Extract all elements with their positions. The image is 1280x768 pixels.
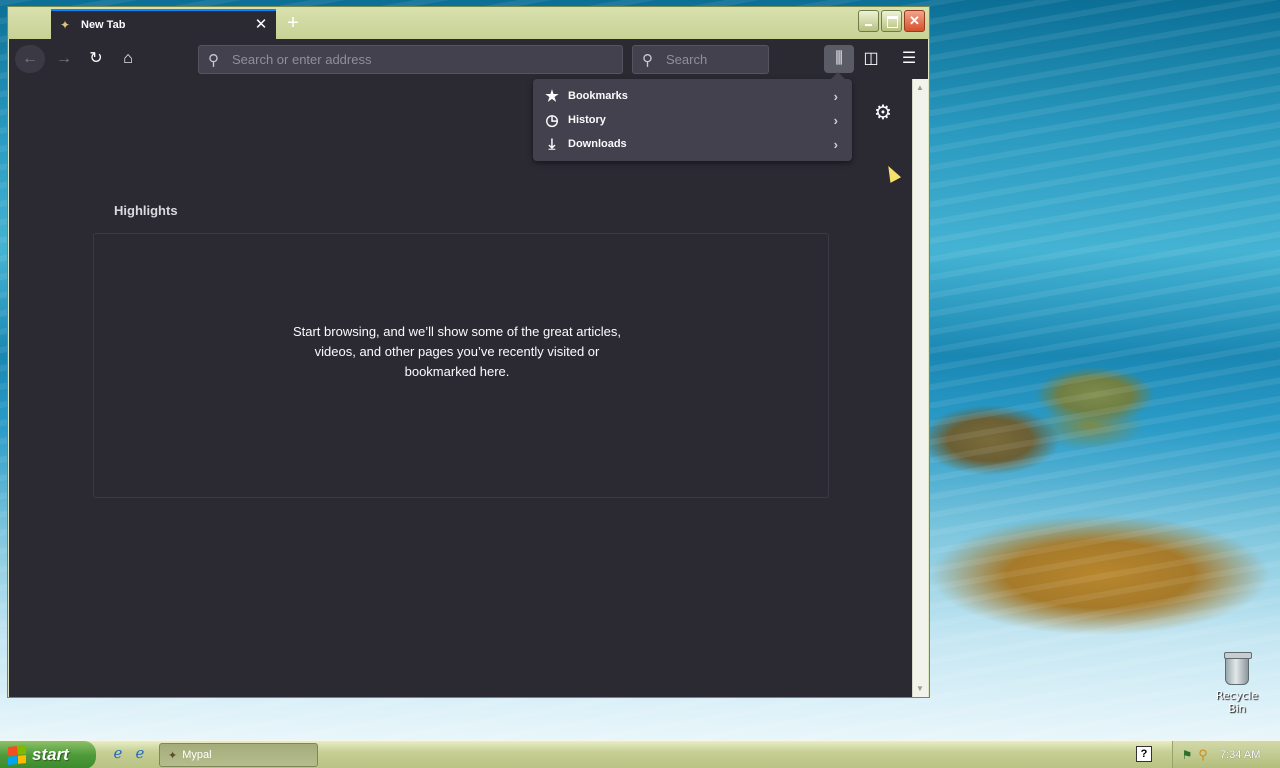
navigation-toolbar: ← → ↻ ⌂ ⚲ Search or enter address ⚲ Sear… bbox=[9, 39, 928, 79]
tab-new-tab[interactable]: ✦ New Tab ✕ bbox=[51, 9, 276, 39]
recycle-bin-label: Recycle Bin bbox=[1215, 689, 1259, 715]
home-button[interactable]: ⌂ bbox=[113, 45, 143, 73]
close-window-button[interactable] bbox=[904, 10, 925, 32]
start-button[interactable]: start bbox=[0, 741, 96, 768]
chevron-right-icon: › bbox=[833, 136, 838, 152]
new-tab-page: ⚙ Highlights Start browsing, and we’ll s… bbox=[9, 79, 912, 697]
menu-item-downloads[interactable]: ⤓ Downloads › bbox=[533, 132, 852, 156]
recycle-bin-icon bbox=[1224, 652, 1252, 685]
internet-explorer-icon[interactable]: ℯ bbox=[109, 745, 127, 763]
menu-item-history[interactable]: ◷ History › bbox=[533, 108, 852, 132]
search-bar[interactable]: ⚲ Search bbox=[632, 45, 769, 74]
start-label: start bbox=[32, 745, 69, 764]
sidebar-button[interactable]: ◫ bbox=[856, 45, 886, 73]
star-icon: ★ bbox=[545, 88, 559, 105]
task-label: Mypal bbox=[182, 749, 212, 761]
search-placeholder: Search bbox=[666, 52, 708, 67]
highlights-empty-state: Start browsing, and we’ll show some of t… bbox=[93, 233, 829, 498]
menu-item-bookmarks[interactable]: ★ Bookmarks › bbox=[533, 84, 852, 108]
back-button[interactable]: ← bbox=[15, 45, 45, 73]
scroll-down-arrow-icon[interactable]: ▼ bbox=[916, 684, 924, 693]
scroll-up-arrow-icon[interactable]: ▲ bbox=[916, 83, 924, 92]
title-bar: ✦ New Tab ✕ + bbox=[8, 7, 929, 39]
system-tray: ⚑ ⚲ 7:34 AM bbox=[1172, 741, 1280, 768]
minimize-button[interactable] bbox=[858, 10, 879, 32]
network-icon[interactable]: ⚑ bbox=[1179, 748, 1195, 762]
empty-state-message: Start browsing, and we’ll show some of t… bbox=[292, 323, 622, 379]
menu-item-label: Downloads bbox=[568, 138, 627, 150]
search-icon: ⚲ bbox=[208, 51, 219, 69]
clock-icon: ◷ bbox=[545, 112, 559, 129]
mypal-icon: ✦ bbox=[60, 18, 71, 32]
taskbar: start ℯ ℯ ✦ Mypal ? ⚑ ⚲ 7:34 AM bbox=[0, 740, 1280, 768]
search-tray-icon[interactable]: ⚲ bbox=[1195, 747, 1211, 763]
tab-title: New Tab bbox=[81, 19, 126, 31]
highlights-heading: Highlights bbox=[114, 203, 178, 218]
library-button[interactable]: ⫼ bbox=[824, 45, 854, 73]
download-icon: ⤓ bbox=[548, 135, 556, 153]
recycle-bin[interactable]: Recycle Bin bbox=[1206, 652, 1268, 715]
vertical-scrollbar[interactable]: ▲ ▼ bbox=[912, 79, 928, 697]
mypal-icon: ✦ bbox=[168, 749, 178, 762]
quick-launch-icon[interactable]: ℯ bbox=[131, 745, 149, 763]
reload-button[interactable]: ↻ bbox=[81, 45, 111, 73]
address-bar[interactable]: ⚲ Search or enter address bbox=[198, 45, 623, 74]
library-dropdown-menu: ★ Bookmarks › ◷ History › ⤓ Downloads › bbox=[533, 72, 852, 161]
close-tab-icon[interactable]: ✕ bbox=[251, 15, 271, 35]
help-icon[interactable]: ? bbox=[1136, 746, 1152, 762]
hamburger-menu-button[interactable]: ☰ bbox=[894, 45, 924, 73]
maximize-button[interactable] bbox=[881, 10, 902, 32]
new-tab-button[interactable]: + bbox=[282, 11, 304, 35]
menu-item-label: History bbox=[568, 114, 606, 126]
clock: 7:34 AM bbox=[1220, 749, 1261, 761]
chevron-right-icon: › bbox=[833, 112, 838, 128]
forward-button[interactable]: → bbox=[49, 45, 79, 73]
menu-item-label: Bookmarks bbox=[568, 90, 628, 102]
windows-logo-icon bbox=[8, 745, 26, 765]
search-icon: ⚲ bbox=[642, 51, 653, 69]
address-placeholder: Search or enter address bbox=[232, 52, 372, 67]
settings-gear-icon[interactable]: ⚙ bbox=[871, 101, 895, 125]
taskbar-item-mypal[interactable]: ✦ Mypal bbox=[159, 743, 318, 767]
chevron-right-icon: › bbox=[833, 88, 838, 104]
window-controls bbox=[858, 10, 925, 32]
